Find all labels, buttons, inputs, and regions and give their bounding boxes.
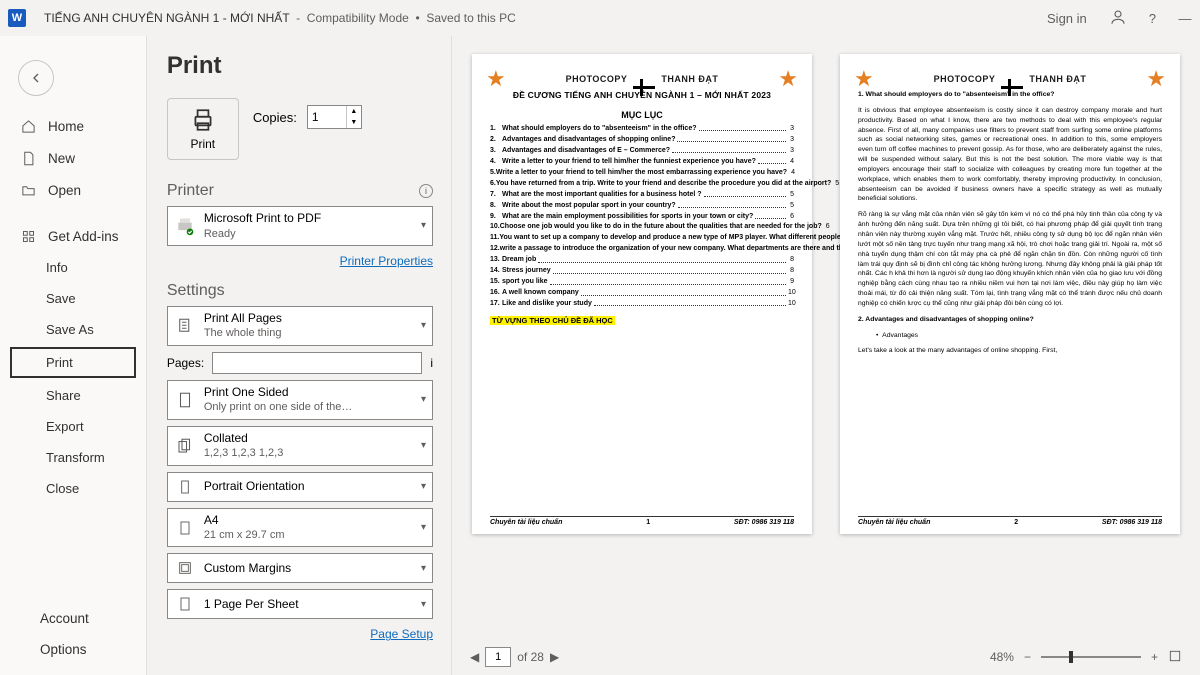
- backstage-sidebar: Home New Open Get Add-ins Info Save Save…: [0, 36, 147, 675]
- nav-options[interactable]: Options: [0, 634, 150, 665]
- chevron-down-icon: ▾: [421, 599, 426, 610]
- new-icon: [20, 150, 36, 166]
- star-icon: ★: [778, 66, 798, 92]
- copies-label: Copies:: [253, 110, 297, 125]
- page-setup-link[interactable]: Page Setup: [370, 627, 433, 641]
- toc-item: 11.You want to set up a company to devel…: [490, 233, 794, 242]
- collate-dropdown[interactable]: Collated1,2,3 1,2,3 1,2,3 ▾: [167, 426, 433, 466]
- print-preview: ★ ★ PHOTOCOPY THANH ĐẠT ĐỀ CƯƠNG TIẾNG A…: [451, 36, 1200, 675]
- print-heading: Print: [167, 52, 433, 80]
- signin-button[interactable]: Sign in: [1047, 11, 1087, 26]
- nav-transform[interactable]: Transform: [0, 442, 146, 473]
- chevron-down-icon: ▾: [421, 481, 426, 492]
- pages-input[interactable]: [212, 352, 422, 374]
- margins-dropdown[interactable]: Custom Margins ▾: [167, 553, 433, 583]
- printer-section-label: Printer: [167, 182, 214, 200]
- zoom-slider[interactable]: [1041, 656, 1141, 658]
- orientation-dropdown[interactable]: Portrait Orientation ▾: [167, 472, 433, 502]
- nav-close[interactable]: Close: [0, 473, 146, 504]
- vocab-heading: TỪ VỰNG THEO CHỦ ĐỀ ĐÃ HỌC: [490, 316, 615, 325]
- print-range-dropdown[interactable]: Print All PagesThe whole thing ▾: [167, 306, 433, 346]
- info-icon[interactable]: i: [430, 356, 433, 370]
- chevron-down-icon: ▾: [421, 563, 426, 574]
- toc-heading: MỤC LỤC: [490, 110, 794, 120]
- copies-up[interactable]: ▲: [347, 106, 361, 117]
- sheet-icon: [174, 596, 196, 612]
- sides-dropdown[interactable]: Print One SidedOnly print on one side of…: [167, 380, 433, 420]
- toc-item: 17.Like and dislike your study10: [490, 299, 794, 308]
- next-page-button[interactable]: ▶: [550, 650, 559, 664]
- print-panel: Print Print Copies: ▲▼ Printer i Microsof…: [147, 36, 451, 675]
- toc-item: 8.Write about the most popular sport in …: [490, 201, 794, 210]
- star-icon: ★: [486, 66, 506, 92]
- nav-account[interactable]: Account: [0, 603, 150, 634]
- info-icon[interactable]: i: [419, 184, 433, 198]
- account-avatar-icon[interactable]: [1109, 8, 1127, 29]
- addins-icon: [20, 228, 36, 244]
- prev-page-button[interactable]: ◀: [470, 650, 479, 664]
- word-icon: W: [8, 9, 26, 27]
- page-total: of 28: [517, 650, 544, 664]
- paper-icon: [174, 520, 196, 536]
- pages-per-sheet-dropdown[interactable]: 1 Page Per Sheet ▾: [167, 589, 433, 619]
- home-icon: [20, 118, 36, 134]
- settings-section-label: Settings: [167, 282, 225, 300]
- printer-device-icon: [174, 216, 196, 236]
- nav-open[interactable]: Open: [0, 174, 146, 206]
- nav-export[interactable]: Export: [0, 411, 146, 442]
- printer-icon: [190, 107, 216, 133]
- one-sided-icon: [174, 391, 196, 409]
- paper-size-dropdown[interactable]: A421 cm x 29.7 cm ▾: [167, 508, 433, 548]
- zoom-label: 48%: [990, 650, 1014, 664]
- pages-label: Pages:: [167, 356, 204, 370]
- titlebar: W TIẾNG ANH CHUYÊN NGÀNH 1 - MỚI NHẤT - …: [0, 0, 1200, 36]
- nav-home[interactable]: Home: [0, 110, 146, 142]
- current-page-input[interactable]: [485, 647, 511, 667]
- zoom-out-button[interactable]: −: [1024, 650, 1031, 664]
- chevron-down-icon: ▾: [421, 220, 426, 231]
- toc-item: 9.What are the main employment possibili…: [490, 212, 794, 221]
- preview-page-2: ★ ★ PHOTOCOPY THANH ĐẠT 1. What should e…: [840, 54, 1180, 534]
- copies-down[interactable]: ▼: [347, 117, 361, 128]
- back-button[interactable]: [18, 60, 54, 96]
- nav-print[interactable]: Print: [10, 347, 136, 378]
- chevron-down-icon: ▾: [421, 522, 426, 533]
- toc-item: 4.Write a letter to your friend to tell …: [490, 157, 794, 166]
- open-icon: [20, 182, 36, 198]
- body-paragraph: Rõ ràng là sự vắng mặt của nhân viên sẽ …: [858, 210, 1162, 308]
- star-icon: ★: [1146, 66, 1166, 92]
- pages-icon: [174, 317, 196, 335]
- window-title: TIẾNG ANH CHUYÊN NGÀNH 1 - MỚI NHẤT - Co…: [44, 11, 516, 25]
- margins-icon: [174, 560, 196, 576]
- toc-item: 5.Write a letter to your friend to tell …: [490, 168, 794, 177]
- minimize-button[interactable]: —: [1178, 11, 1192, 26]
- copies-input[interactable]: [308, 106, 346, 128]
- chevron-down-icon: ▾: [421, 440, 426, 451]
- preview-page-1: ★ ★ PHOTOCOPY THANH ĐẠT ĐỀ CƯƠNG TIẾNG A…: [472, 54, 812, 534]
- print-button[interactable]: Print: [167, 98, 239, 160]
- copies-spinner[interactable]: ▲▼: [307, 105, 362, 129]
- body-paragraph: It is obvious that employee absenteeism …: [858, 106, 1162, 204]
- nav-new[interactable]: New: [0, 142, 146, 174]
- printer-properties-link[interactable]: Printer Properties: [340, 254, 433, 268]
- toc-item: 10.Choose one job would you like to do i…: [490, 222, 794, 231]
- nav-info[interactable]: Info: [0, 252, 146, 283]
- zoom-in-button[interactable]: +: [1151, 650, 1158, 664]
- nav-save[interactable]: Save: [0, 283, 146, 314]
- chevron-down-icon: ▾: [421, 394, 426, 405]
- fit-page-button[interactable]: [1168, 649, 1182, 666]
- page-navigator: ◀ of 28 ▶: [470, 647, 559, 667]
- help-button[interactable]: ?: [1149, 11, 1156, 26]
- chevron-down-icon: ▾: [421, 320, 426, 331]
- portrait-icon: [174, 479, 196, 495]
- toc-list: 1.What should employers do to "absenteei…: [490, 124, 794, 308]
- collate-icon: [174, 437, 196, 455]
- printer-dropdown[interactable]: Microsoft Print to PDFReady ▾: [167, 206, 433, 246]
- star-icon: ★: [854, 66, 874, 92]
- nav-addins[interactable]: Get Add-ins: [0, 220, 146, 252]
- nav-share[interactable]: Share: [0, 380, 146, 411]
- toc-item: 3.Advantages and disadvantages of E – Co…: [490, 146, 794, 155]
- nav-saveas[interactable]: Save As: [0, 314, 146, 345]
